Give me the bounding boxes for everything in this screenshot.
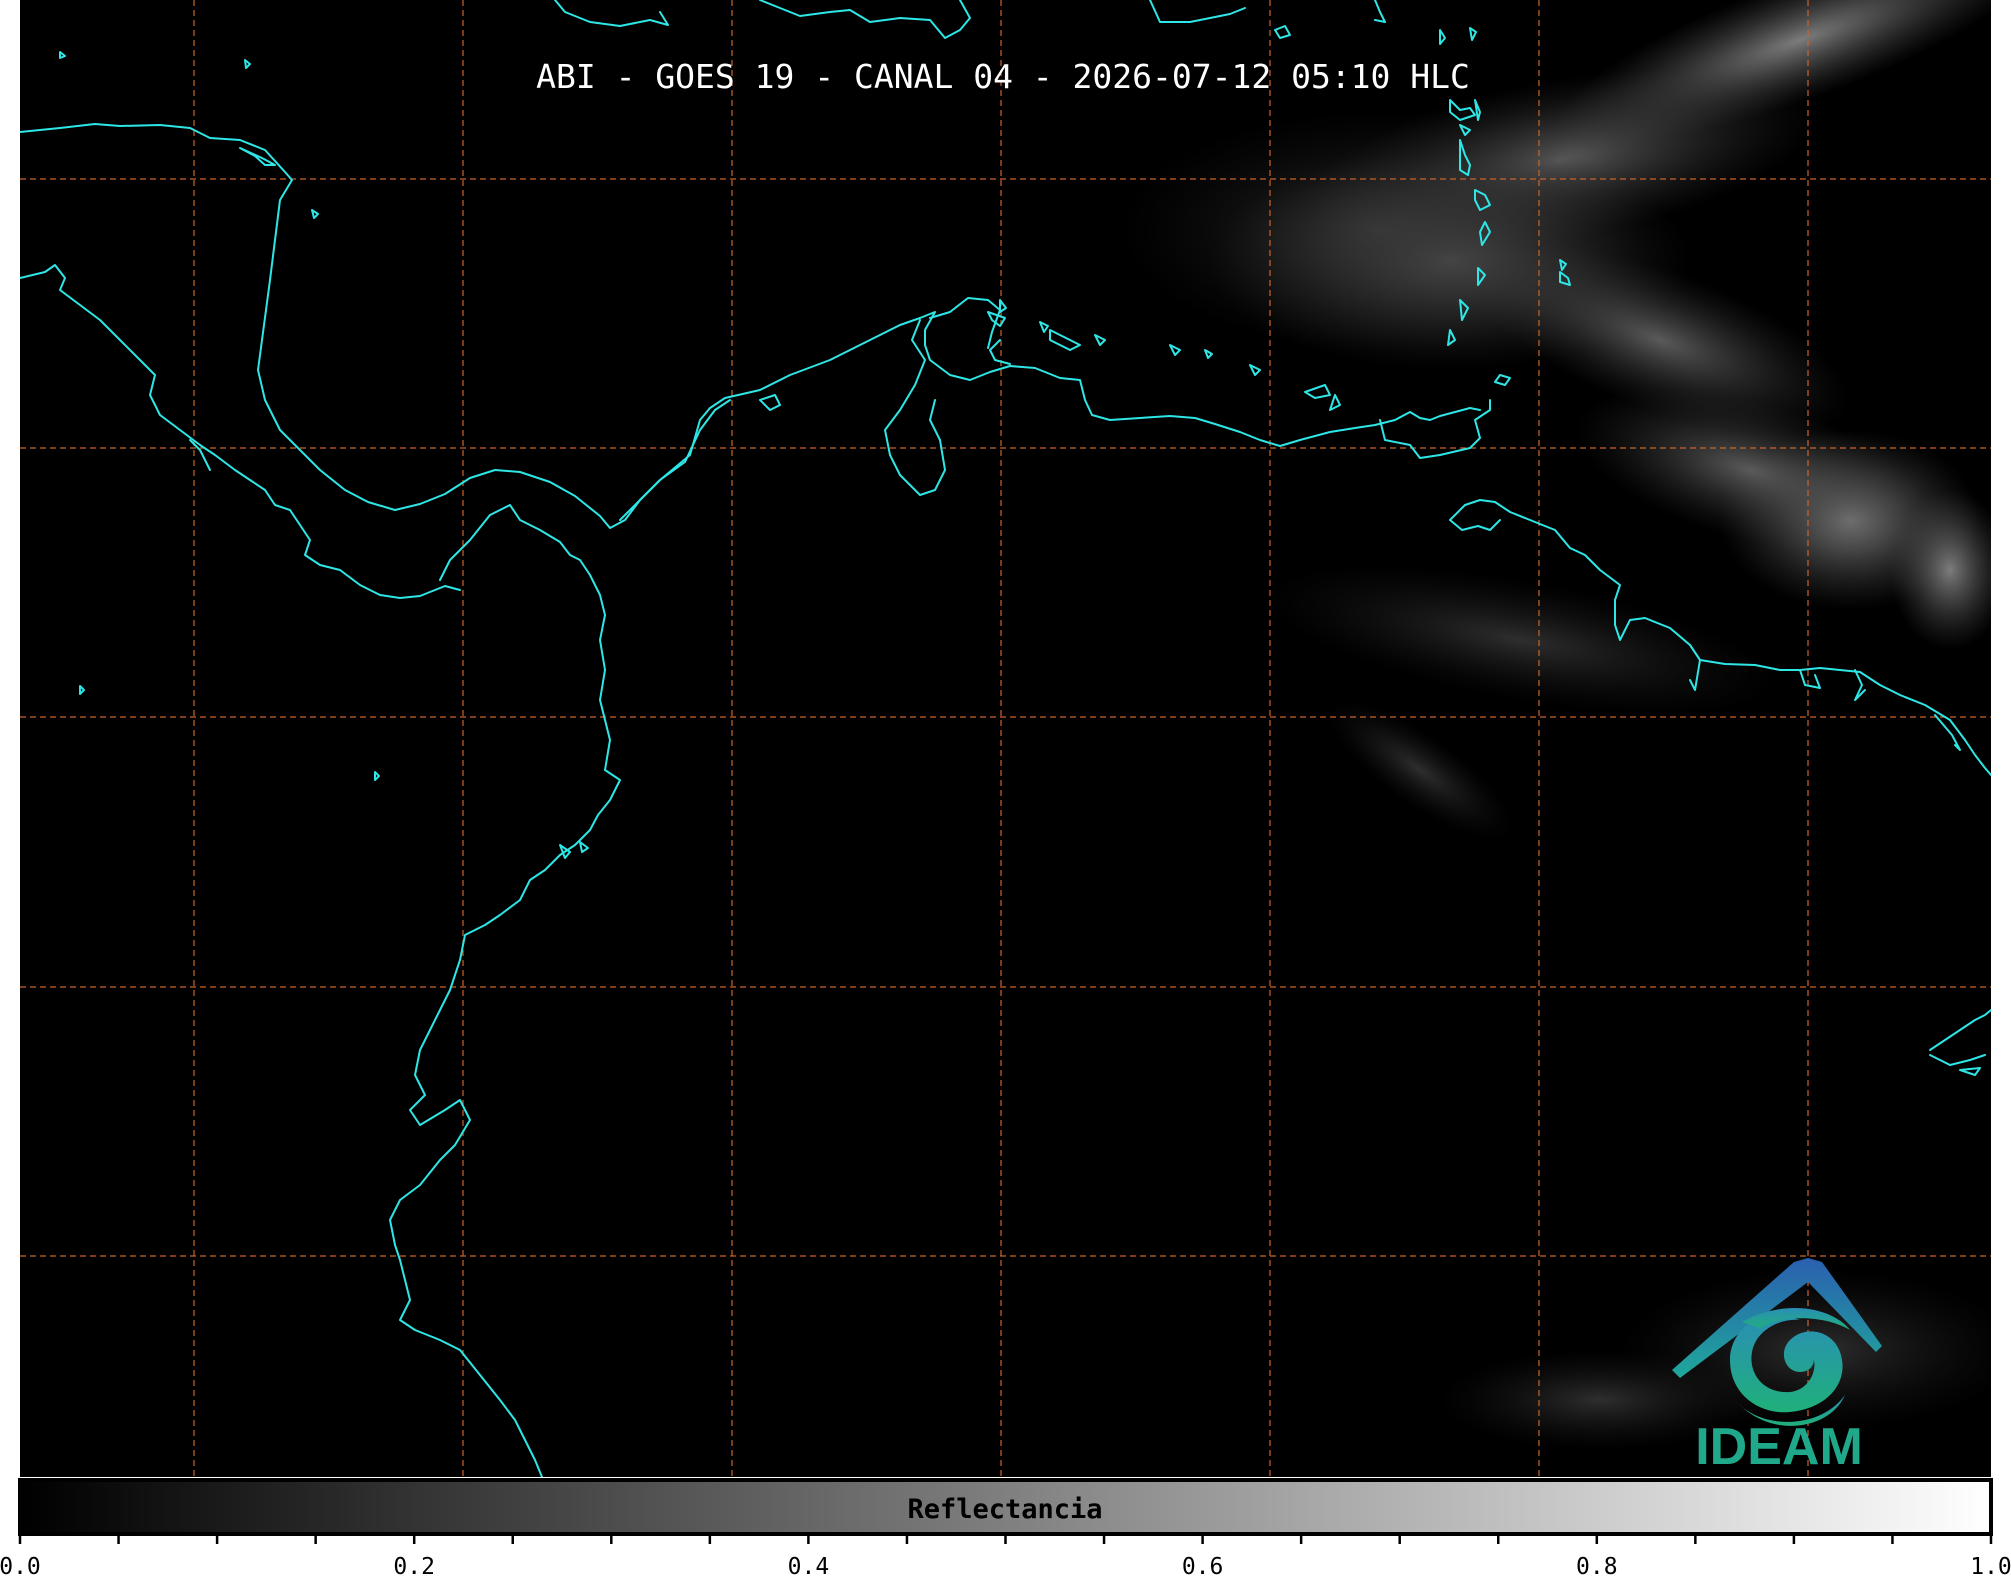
colorbar-tick-label: 0.0 <box>0 1554 41 1577</box>
colorbar-tick-labels: 0.0 0.2 0.4 0.6 0.8 1.0 <box>0 1554 2011 1577</box>
satellite-map: IDEAM ABI - GOES 19 - CANAL 04 - 2026-07… <box>0 0 2011 1577</box>
colorbar-tick-label: 1.0 <box>1970 1554 2011 1577</box>
map-title: ABI - GOES 19 - CANAL 04 - 2026-07-12 05… <box>536 57 1470 96</box>
logo-text: IDEAM <box>1695 1418 1863 1476</box>
colorbar-tick-label: 0.4 <box>788 1554 830 1577</box>
colorbar-tick-label: 0.8 <box>1576 1554 1618 1577</box>
colorbar-label: Reflectancia <box>907 1494 1102 1525</box>
colorbar-tick-label: 0.6 <box>1182 1554 1224 1577</box>
colorbar-ticks <box>18 1534 1993 1544</box>
colorbar-tick-label: 0.2 <box>393 1554 435 1577</box>
colorbar: Reflectancia 0.0 0.2 0.4 0.6 0.8 1.0 <box>0 1478 2011 1577</box>
